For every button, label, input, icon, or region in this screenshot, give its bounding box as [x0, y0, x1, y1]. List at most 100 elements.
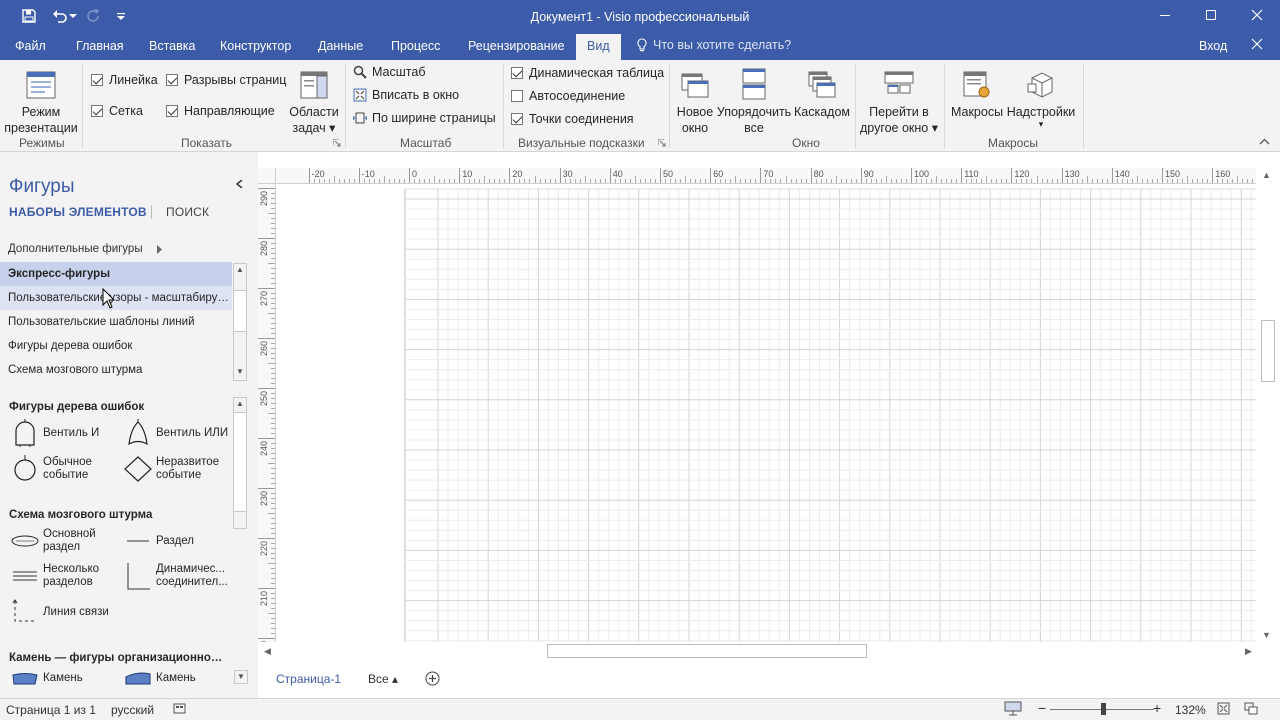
stencil-item[interactable]: Пользовательские узоры - масштабируемые	[0, 286, 232, 310]
macros-button[interactable]: Макросы	[949, 64, 1005, 120]
scroll-down-icon[interactable]: ▼	[234, 670, 248, 684]
dynamic-grid-checkbox[interactable]: Динамическая таблица	[511, 66, 664, 80]
drawing-page[interactable]	[277, 185, 1256, 643]
scroll-down-icon[interactable]: ▼	[236, 367, 244, 376]
tab-stencils[interactable]: НАБОРЫ ЭЛЕМЕНТОВ	[9, 205, 147, 219]
zoom-in-icon[interactable]: +	[1153, 700, 1161, 716]
shapes-scrollbar[interactable]: ▲	[233, 397, 247, 529]
undo-dropdown-icon[interactable]	[68, 6, 78, 26]
minimize-button[interactable]	[1142, 0, 1188, 30]
all-pages-button[interactable]: Все ▴	[368, 672, 398, 686]
arrange-all-button[interactable]: Упорядочить все	[717, 64, 791, 136]
scroll-thumb[interactable]	[1261, 320, 1275, 382]
task-panes-button[interactable]: Области задач ▾	[286, 64, 342, 136]
grid-check-box[interactable]	[91, 105, 103, 117]
undo-icon[interactable]	[50, 6, 70, 26]
scroll-up-icon[interactable]: ▲	[236, 265, 244, 274]
vertical-scrollbar[interactable]: ▲ ▼	[1256, 168, 1280, 644]
stencil-item[interactable]: Экспресс-фигуры	[0, 262, 232, 286]
visual-aids-dialog-launcher-icon[interactable]	[658, 139, 666, 147]
show-dialog-launcher-icon[interactable]	[333, 139, 341, 147]
switch-windows-button[interactable]: Перейти в другое окно ▾	[858, 64, 940, 136]
ruler-checkbox[interactable]: Линейка	[91, 73, 158, 87]
page-tab[interactable]: Страница-1	[276, 672, 341, 686]
main-topic-shape[interactable]: Основной раздел	[9, 526, 96, 556]
stone-shape[interactable]: Камень	[9, 668, 83, 688]
page-breaks-checkbox[interactable]: Разрывы страниц	[166, 73, 286, 87]
connection-points-checkbox[interactable]: Точки соединения	[511, 112, 634, 126]
scroll-down-icon[interactable]: ▼	[1262, 630, 1271, 640]
tab-file[interactable]: Файл	[15, 39, 46, 53]
grid-checkbox[interactable]: Сетка	[91, 104, 143, 118]
dynamic-grid-check-box[interactable]	[511, 67, 523, 79]
autoconnect-checkbox[interactable]: Автосоединение	[511, 89, 625, 103]
dynamic-connector-shape[interactable]: Динамичес... соединител...	[122, 561, 228, 591]
guides-checkbox[interactable]: Направляющие	[166, 104, 275, 118]
or-gate-shape[interactable]: Вентиль ИЛИ	[122, 418, 228, 448]
addins-button[interactable]: Надстройки ▾	[1006, 64, 1076, 129]
add-page-icon[interactable]	[425, 671, 440, 686]
language-indicator[interactable]: русский	[111, 703, 154, 717]
zoom-button[interactable]: Масштаб	[353, 65, 425, 79]
relationship-line-shape[interactable]: Линия связи	[9, 597, 109, 627]
zoom-slider-thumb[interactable]	[1101, 703, 1106, 715]
tab-search[interactable]: ПОИСК	[166, 205, 209, 219]
scroll-up-icon[interactable]: ▲	[236, 399, 244, 408]
scroll-right-icon[interactable]: ▶	[1245, 646, 1252, 657]
horizontal-scrollbar[interactable]: ◀ ▶	[258, 642, 1258, 662]
tab-process[interactable]: Процесс	[391, 39, 440, 53]
tab-data[interactable]: Данные	[318, 39, 363, 53]
ruler-minor-tick	[936, 176, 938, 183]
stencil-item[interactable]: Пользовательские шаблоны линий	[0, 310, 232, 334]
tab-insert[interactable]: Вставка	[149, 39, 195, 53]
stencil-item[interactable]: Схема мозгового штурма	[0, 358, 232, 382]
undeveloped-event-shape[interactable]: Неразвитое событие	[122, 454, 219, 484]
more-shapes-menu[interactable]: Дополнительные фигуры	[8, 243, 162, 255]
scroll-up-icon[interactable]: ▲	[1262, 170, 1271, 180]
collapse-pane-icon[interactable]	[236, 180, 244, 188]
new-window-button[interactable]: Новое окно	[674, 64, 716, 136]
guides-check-box[interactable]	[166, 105, 178, 117]
collapse-ribbon-icon[interactable]	[1259, 138, 1270, 145]
zoom-out-icon[interactable]: −	[1038, 700, 1046, 716]
fit-to-window-button[interactable]: Вписать в окно	[353, 88, 459, 102]
tab-view[interactable]: Вид	[576, 34, 621, 61]
close-document-icon[interactable]	[1251, 38, 1263, 50]
connection-points-check-box[interactable]	[511, 113, 523, 125]
topic-shape[interactable]: Раздел	[122, 526, 194, 556]
ruler-check-box[interactable]	[91, 74, 103, 86]
scroll-thumb[interactable]	[234, 412, 246, 512]
basic-event-shape[interactable]: Обычное событие	[9, 454, 92, 484]
switch-windows-icon[interactable]	[1244, 702, 1258, 715]
multiple-topics-shape[interactable]: Несколько разделов	[9, 561, 99, 591]
presentation-mode-icon[interactable]	[1004, 701, 1022, 716]
autoconnect-check-box[interactable]	[511, 90, 523, 102]
macro-record-icon[interactable]	[173, 702, 186, 715]
sign-in-link[interactable]: Вход	[1199, 39, 1227, 53]
customize-qat-icon[interactable]	[111, 6, 131, 26]
zoom-level[interactable]: 132%	[1175, 703, 1206, 717]
tell-me-box[interactable]: Что вы хотите сделать?	[637, 38, 791, 52]
page-width-button[interactable]: По ширине страницы	[353, 111, 496, 125]
presentation-mode-button[interactable]: Режим презентации	[4, 64, 78, 136]
scroll-thumb[interactable]	[234, 290, 246, 332]
tab-design[interactable]: Конструктор	[220, 39, 291, 53]
maximize-button[interactable]	[1188, 0, 1234, 30]
scroll-thumb[interactable]	[547, 644, 867, 658]
page-breaks-check-box[interactable]	[166, 74, 178, 86]
tab-home[interactable]: Главная	[76, 39, 124, 53]
redo-icon[interactable]	[83, 6, 103, 26]
ruler-minor-tick	[271, 533, 275, 534]
fit-page-icon[interactable]	[1217, 702, 1230, 715]
stencil-list-scrollbar[interactable]: ▲ ▼	[233, 263, 247, 381]
stencil-item[interactable]: Фигуры дерева ошибок	[0, 334, 232, 358]
page-counter[interactable]: Страница 1 из 1	[6, 703, 96, 717]
save-icon[interactable]	[19, 6, 39, 26]
stone-shape[interactable]: Камень	[122, 668, 196, 688]
ruler-minor-tick	[971, 179, 973, 183]
close-button[interactable]	[1234, 0, 1280, 30]
scroll-left-icon[interactable]: ◀	[264, 646, 271, 657]
and-gate-shape[interactable]: Вентиль И	[9, 418, 99, 448]
tab-review[interactable]: Рецензирование	[468, 39, 565, 53]
cascade-button[interactable]: Каскадом	[792, 64, 852, 120]
